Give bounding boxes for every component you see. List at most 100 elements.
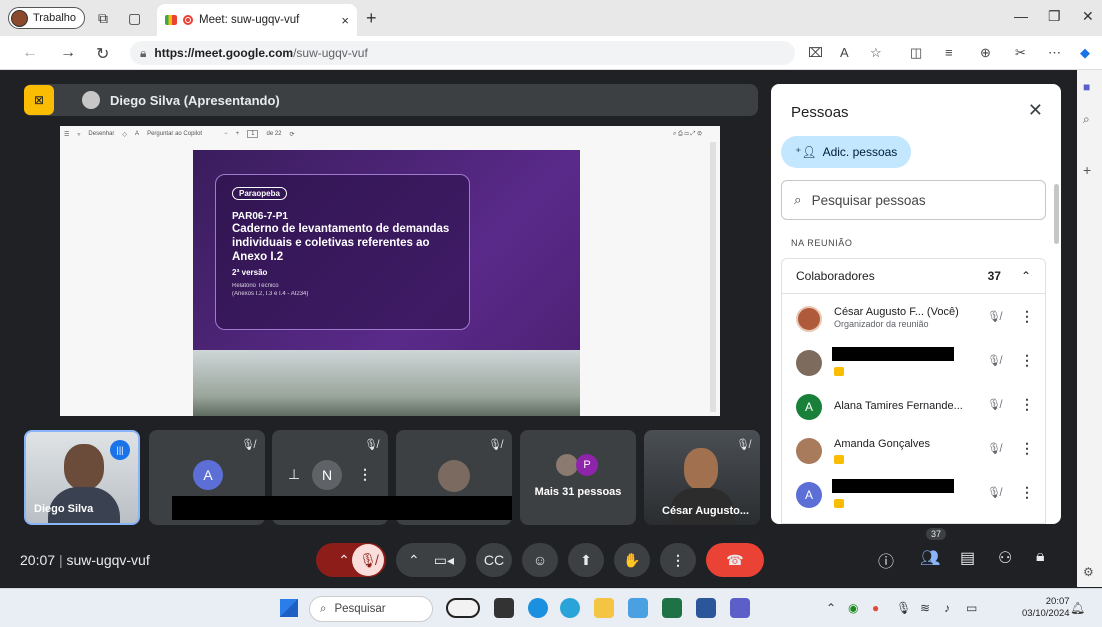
start-icon[interactable] (280, 599, 298, 617)
forward-icon[interactable]: → (60, 44, 76, 62)
list-item[interactable]: A Alana Tamires Fernande... 🎙︎̸ ⋮ (782, 386, 1045, 430)
sidebar-settings-icon[interactable]: ⚙ (1083, 565, 1094, 579)
tray-mic-icon[interactable]: 🎙︎ (896, 601, 911, 615)
add-people-button[interactable]: ⁺👤︎ Adic. pessoas (781, 136, 912, 168)
refresh-icon[interactable]: ↻ (96, 44, 109, 64)
camera-icon[interactable]: ▭◂ (434, 552, 454, 569)
present-screen-icon[interactable]: ⬆ (568, 543, 604, 577)
task-view-icon[interactable] (494, 598, 514, 618)
pdf-zoom-out-icon[interactable]: − (224, 131, 228, 137)
favorites-list-icon[interactable]: ≡ (945, 45, 953, 60)
people-search-input[interactable]: ⌕ Pesquisar pessoas (781, 180, 1046, 220)
people-close-icon[interactable]: ✕ (1028, 100, 1043, 121)
excel-icon[interactable] (662, 598, 682, 618)
participant-more-icon[interactable]: ⋮ (1020, 396, 1034, 413)
mic-control[interactable]: ⌃ 🎙︎̸ (316, 543, 386, 577)
pdf-scrollbar[interactable] (710, 142, 716, 412)
restore-icon[interactable]: ❐ (1048, 8, 1061, 25)
end-call-button[interactable]: ☎ (706, 543, 764, 577)
workspaces-icon[interactable]: ⧉ (98, 10, 108, 27)
list-item[interactable]: A 🎙︎̸ ⋮ (782, 474, 1045, 518)
collaborators-group[interactable]: Colaboradores 37 ⌃ (781, 258, 1046, 294)
split-screen-icon[interactable]: ◫ (910, 45, 922, 61)
activities-icon[interactable]: ⚇ (998, 548, 1012, 568)
new-tab-button[interactable]: + (366, 8, 377, 29)
word-icon[interactable] (696, 598, 716, 618)
more-options-icon[interactable]: ⋮ (660, 543, 696, 577)
read-aloud-icon[interactable]: A (840, 45, 849, 60)
list-item[interactable]: Amanda Gonçalves 🎙︎̸ ⋮ (782, 430, 1045, 474)
pdf-draw-label[interactable]: Desenhar (88, 131, 114, 137)
participant-more-icon[interactable]: ⋮ (1020, 484, 1034, 501)
pdf-menu-icon[interactable]: ☰ (64, 131, 69, 138)
captions-icon[interactable]: CC (476, 543, 512, 577)
meeting-info-icon[interactable]: ⓘ (878, 548, 894, 572)
list-item[interactable]: César Augusto F... (Você) Organizador da… (782, 298, 1045, 342)
teams-icon[interactable]: ■ (1083, 80, 1090, 94)
tab-close-icon[interactable]: × (341, 13, 349, 28)
people-count-badge: 37 (926, 528, 947, 540)
chat-icon[interactable]: ▤ (960, 548, 975, 568)
pdf-page-input[interactable]: 1 (247, 130, 259, 138)
file-explorer-icon[interactable] (594, 598, 614, 618)
profile-button[interactable]: Trabalho (8, 7, 86, 29)
participant-more-icon[interactable]: ⋮ (1020, 352, 1034, 369)
pdf-search-icon[interactable]: ⌕ ⎙ ▭ ⤢ ⚙ (673, 131, 702, 138)
participant-tile[interactable]: 🎙︎̸ César Augusto... (644, 430, 760, 525)
pdf-highlight-icon[interactable]: ▿ (77, 131, 80, 138)
list-item[interactable]: 🎙︎̸ ⋮ (782, 342, 1045, 386)
people-icon[interactable]: 👥︎ (920, 548, 940, 568)
extensions-icon[interactable]: ✂ (1015, 45, 1026, 61)
tile-more-icon[interactable]: ⋮ (358, 466, 372, 483)
tab-actions-icon[interactable]: ▢ (128, 10, 141, 27)
url-text: https://meet.google.com/suw-ugqv-vuf (154, 46, 367, 60)
taskbar-clock[interactable]: 20:07 03/10/2024 (1022, 596, 1070, 620)
mute-participant-button[interactable]: N (312, 460, 342, 490)
reactions-icon[interactable]: ☺ (522, 543, 558, 577)
volume-icon[interactable]: ♪ (944, 601, 950, 615)
pin-icon[interactable]: ⊥ (288, 466, 300, 483)
battery-icon[interactable]: ▭ (966, 601, 977, 615)
sidebar-add-icon[interactable]: + (1083, 162, 1091, 178)
taskbar-search[interactable]: ⌕ Pesquisar (309, 596, 433, 622)
pdf-zoom-in-icon[interactable]: + (236, 131, 240, 137)
more-people-tile[interactable]: P Mais 31 pessoas (520, 430, 636, 525)
tray-overflow-icon[interactable]: ⌃ (826, 601, 836, 615)
participant-more-icon[interactable]: ⋮ (1020, 308, 1034, 325)
sidebar-search-icon[interactable]: ⌕ (1083, 112, 1090, 127)
teams-icon[interactable] (730, 598, 750, 618)
notifications-icon[interactable]: 🔔︎ (1070, 601, 1085, 615)
participant-tile[interactable]: ||| Diego Silva (24, 430, 140, 525)
edge-profile-icon[interactable] (560, 598, 580, 618)
minimize-icon[interactable]: — (1014, 8, 1028, 24)
camera-control[interactable]: ⌃ ▭◂ (396, 543, 466, 577)
collapse-icon[interactable]: ⌃ (1021, 269, 1031, 283)
tray-chrome-icon[interactable]: ● (872, 601, 879, 615)
pdf-read-icon[interactable]: A (135, 131, 139, 137)
more-menu-icon[interactable]: ⋯ (1048, 45, 1061, 61)
close-window-icon[interactable]: ✕ (1082, 8, 1094, 25)
people-scrollbar[interactable] (1054, 184, 1059, 244)
camera-permission-icon[interactable]: ⌧ (808, 45, 823, 61)
pdf-copilot-label[interactable]: Perguntar ao Copilot (147, 131, 202, 137)
edge-icon[interactable] (528, 598, 548, 618)
mic-options-icon[interactable]: ⌃ (338, 552, 350, 569)
copilot-icon[interactable]: ◆ (1080, 45, 1090, 61)
present-stop-icon[interactable]: ⊠ (24, 85, 54, 115)
raise-hand-icon[interactable]: ✋ (614, 543, 650, 577)
tab-meet[interactable]: Meet: suw-ugqv-vuf × (157, 4, 357, 36)
wifi-icon[interactable]: ≋ (920, 601, 930, 615)
participant-more-icon[interactable]: ⋮ (1020, 440, 1034, 457)
pdf-rotate-icon[interactable]: ⟳ (290, 131, 295, 138)
pdf-erase-icon[interactable]: ◇ (122, 131, 127, 138)
mic-off-icon[interactable]: 🎙︎̸ (352, 544, 384, 576)
host-controls-icon[interactable]: 🔒︎ (1036, 548, 1045, 566)
widget-icon[interactable] (446, 598, 480, 618)
collections-icon[interactable]: ⊕ (980, 45, 991, 61)
url-field[interactable]: 🔒︎ https://meet.google.com/suw-ugqv-vuf (130, 41, 795, 65)
camera-options-icon[interactable]: ⌃ (408, 552, 420, 569)
tray-app-icon[interactable]: ◉ (848, 601, 858, 615)
back-icon[interactable]: ← (22, 44, 38, 62)
notepad-icon[interactable] (628, 598, 648, 618)
favorite-icon[interactable]: ☆ (870, 45, 882, 61)
